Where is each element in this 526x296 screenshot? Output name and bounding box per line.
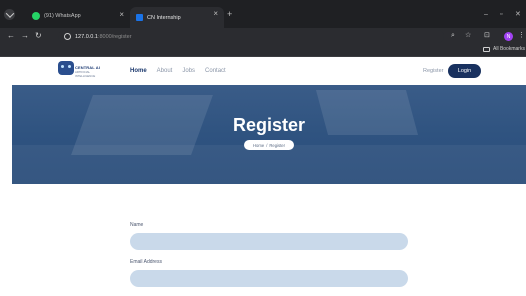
- breadcrumb-separator: /: [266, 142, 268, 148]
- profile-avatar[interactable]: N: [504, 32, 513, 41]
- breadcrumb: Home / Register: [244, 140, 294, 150]
- folder-icon: [483, 46, 490, 52]
- email-field[interactable]: [130, 270, 408, 287]
- browser-tab-strip: (91) WhatsApp × CN Internship × + – ▫ ✕: [0, 0, 526, 28]
- logo-subtext: ARTIFICIAL INTELLIGENCE: [75, 70, 96, 78]
- tab-search-icon[interactable]: [4, 9, 15, 20]
- site-info-icon[interactable]: [64, 33, 71, 40]
- new-tab-icon[interactable]: +: [227, 10, 232, 19]
- site-header: CENTRAL AI ARTIFICIAL INTELLIGENCE Home …: [0, 57, 526, 85]
- nav-about[interactable]: About: [157, 68, 173, 74]
- back-icon[interactable]: ←: [7, 31, 15, 41]
- zoom-icon[interactable]: ⌕: [451, 32, 455, 40]
- tab-cn-internship[interactable]: CN Internship ×: [130, 7, 224, 28]
- extensions-icon[interactable]: ⊡: [484, 32, 490, 40]
- tab-title: (91) WhatsApp: [44, 13, 81, 19]
- site-logo[interactable]: CENTRAL AI ARTIFICIAL INTELLIGENCE: [58, 61, 108, 81]
- site-favicon-icon: [136, 14, 143, 21]
- breadcrumb-current: Register: [269, 142, 285, 148]
- name-label: Name: [130, 222, 144, 228]
- minimize-icon[interactable]: –: [484, 11, 488, 18]
- browser-toolbar: ← → ↻ 127.0.0.1:8000/register ⌕ ☆ ⊡ ⋮: [0, 28, 526, 45]
- register-form: Name Email Address: [130, 222, 408, 296]
- address-bar[interactable]: 127.0.0.1:8000/register: [58, 30, 444, 43]
- robot-logo-icon: [58, 61, 74, 75]
- nav-jobs[interactable]: Jobs: [182, 68, 195, 74]
- login-button[interactable]: Login: [448, 64, 481, 78]
- whatsapp-icon: [32, 12, 40, 20]
- breadcrumb-home[interactable]: Home: [253, 143, 264, 148]
- maximize-icon[interactable]: ▫: [500, 11, 502, 18]
- page-title: Register: [232, 115, 306, 135]
- name-field[interactable]: [130, 233, 408, 250]
- background-table-shape: [12, 145, 526, 184]
- email-label: Email Address: [130, 259, 162, 265]
- main-nav: Home About Jobs Contact: [130, 57, 236, 85]
- all-bookmarks-button[interactable]: All Bookmarks: [483, 46, 525, 52]
- nav-home[interactable]: Home: [130, 68, 147, 74]
- hero-banner: Register Home / Register: [12, 85, 526, 184]
- register-link[interactable]: Register: [423, 68, 443, 74]
- menu-dots-icon[interactable]: ⋮: [518, 32, 525, 40]
- bookmarks-bar: All Bookmarks: [0, 45, 526, 57]
- forward-icon[interactable]: →: [21, 31, 29, 41]
- url-path: :8000/register: [97, 33, 132, 40]
- reload-icon[interactable]: ↻: [35, 31, 42, 41]
- close-tab-icon[interactable]: ×: [213, 10, 218, 18]
- tab-title: CN Internship: [147, 14, 181, 21]
- nav-contact[interactable]: Contact: [205, 68, 226, 74]
- url-host: 127.0.0.1: [75, 33, 98, 40]
- close-window-icon[interactable]: ✕: [515, 11, 521, 18]
- tab-whatsapp[interactable]: (91) WhatsApp ×: [26, 8, 130, 24]
- close-tab-icon[interactable]: ×: [119, 11, 124, 19]
- bookmark-star-icon[interactable]: ☆: [465, 32, 471, 40]
- all-bookmarks-label: All Bookmarks: [493, 46, 525, 52]
